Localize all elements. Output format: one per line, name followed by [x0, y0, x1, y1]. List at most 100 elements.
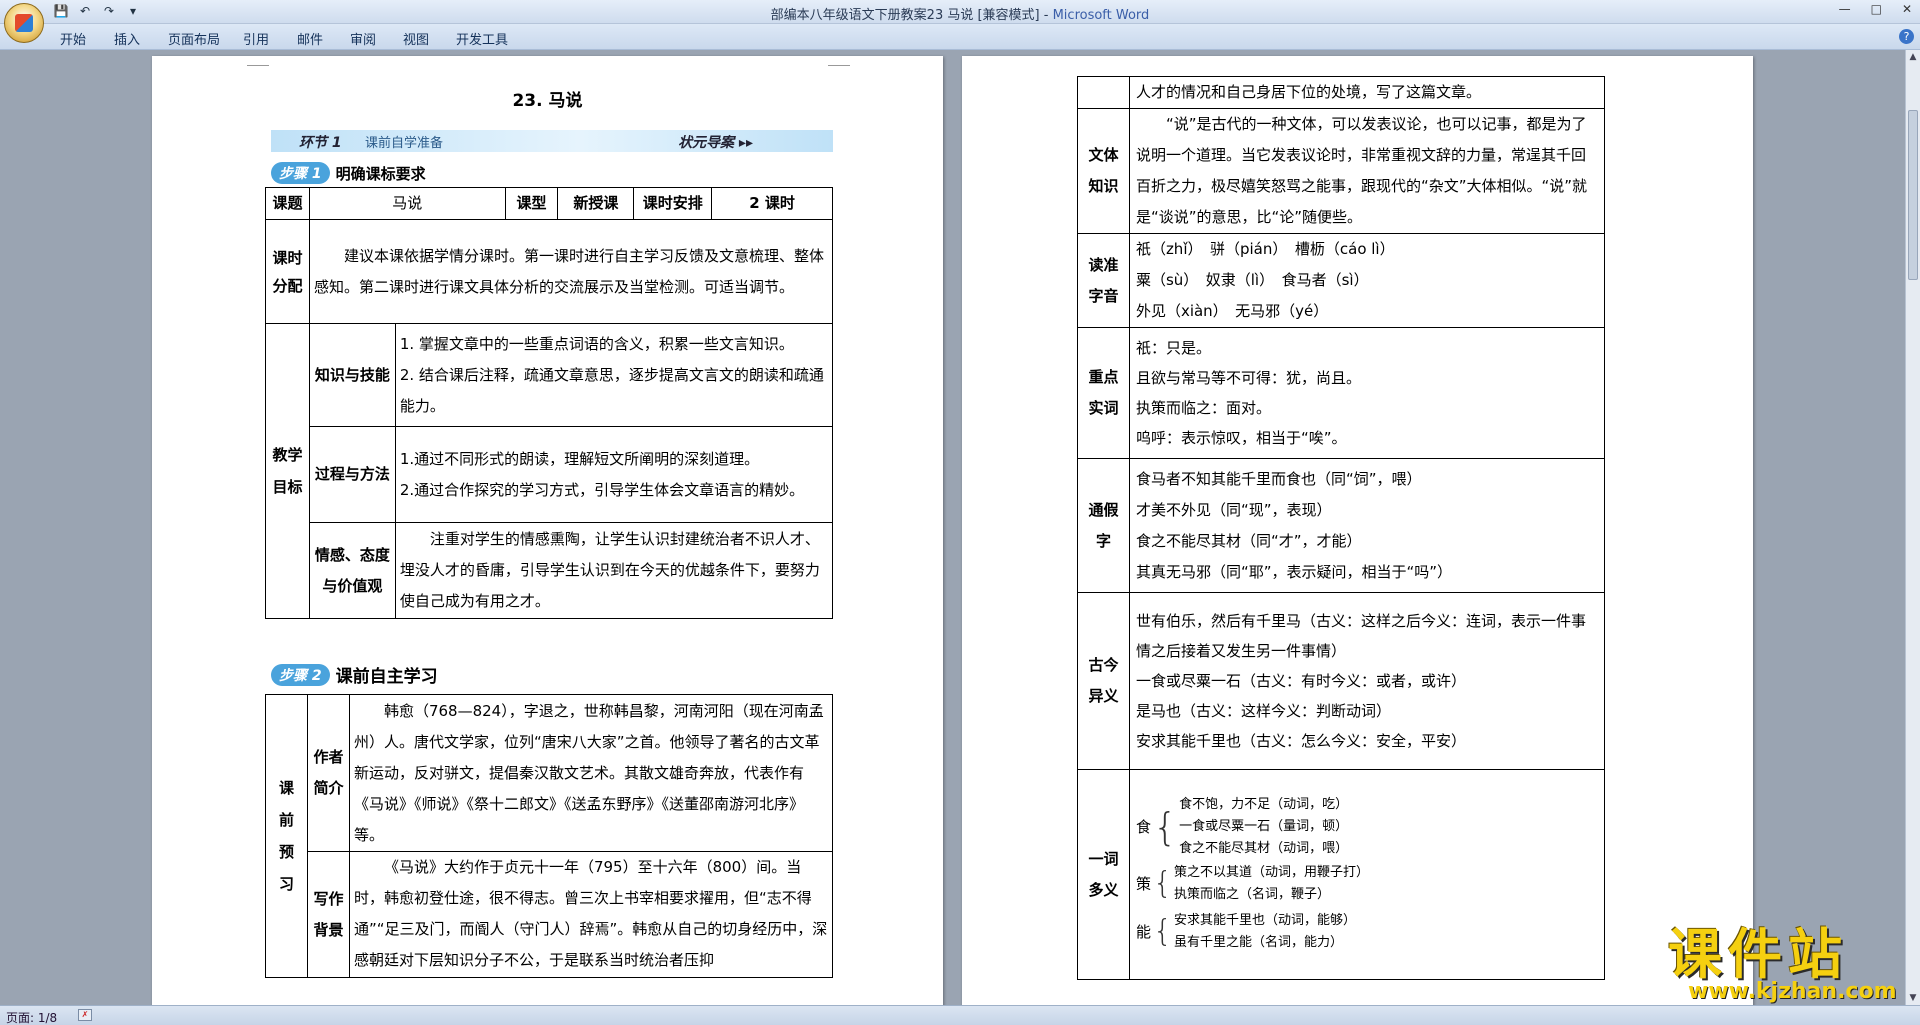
duoyi-cell: 食 { 食不饱，力不足（动词，吃） 一食或尽粟一石（量词，顿） 食之不能尽其材（… [1128, 769, 1606, 980]
table-row: 人才的情况和自己身居下位的处境，写了这篇文章。 [1077, 76, 1606, 109]
gloss-group: 能 { 安求其能千里也（动词，能够） 虽有千里之能（名词，能力） [1136, 908, 1598, 956]
maximize-icon[interactable]: □ [1871, 2, 1882, 16]
crop-mark [247, 56, 269, 66]
brace-icon: { [1152, 865, 1173, 901]
table-row: 通假字 食马者不知其能千里而食也（同“饲”，喂） 才美不外见（同“现”，表现） … [1077, 458, 1606, 593]
app-name: Microsoft Word [1052, 8, 1150, 23]
table-row: 课题 马说 课型 新授课 课时安排 2 课时 [265, 187, 833, 220]
band-label: 课前自学准备 [365, 136, 444, 151]
table-row: 情感、态度与价值观 注重对学生的情感熏陶，让学生认识封建统治者不识人才、埋没人才… [266, 522, 834, 619]
pronunciation-line: 粟（sù） 奴隶（lì） 食马者（sì） [1135, 271, 1369, 289]
table-row: 课前预习 作者简介 韩愈（768—824），字退之，世称韩昌黎，河南河阳（现在河… [265, 694, 834, 978]
scroll-down-icon[interactable]: ▼ [1906, 991, 1920, 1005]
author-head: 作者简介 [306, 694, 350, 852]
band-guide-text: 导案 [706, 135, 735, 151]
step-2-pill: 步骤 2 [271, 663, 330, 686]
gujin-line: 一食或尽粟一石（古义：有时今义：或者，或许） [1135, 672, 1466, 690]
tongjia-cell: 食马者不知其能千里而食也（同“饲”，喂） 才美不外见（同“现”，表现） 食之不能… [1128, 458, 1606, 593]
band-brand: 状元 [678, 135, 707, 151]
scroll-up-icon[interactable]: ▲ [1906, 50, 1920, 64]
table-cell: 课题 [265, 187, 310, 220]
page-right: 人才的情况和自己身居下位的处境，写了这篇文章。 文体知识 “说”是古代的一种文体… [962, 56, 1753, 1005]
table-cell: 人才的情况和自己身居下位的处境，写了这篇文章。 [1128, 76, 1606, 109]
proofing-icon[interactable]: ✗ [78, 1009, 92, 1021]
goal-head: 情感、态度与价值观 [308, 522, 396, 619]
gujin-line: 世有伯乐，然后有千里马（古义：这样之后今义：连词，表示一件事情之后接着又发生另一… [1135, 612, 1586, 660]
help-icon[interactable]: ? [1899, 29, 1914, 44]
table-row-head: 教学目标 [265, 323, 310, 619]
tongjia-line: 食之不能尽其材（同“才”，才能） [1135, 531, 1362, 550]
gloss-line: 虽有千里之能（名词，能力） [1174, 934, 1344, 950]
brace-icon: { [1152, 913, 1173, 949]
step-1-text: 明确课标要求 [335, 164, 426, 183]
goal-cell: 1. 掌握文章中的一些重点词语的含义，积累一些文言知识。 2. 结合课后注释，疏… [394, 323, 834, 427]
office-logo-icon [15, 14, 33, 32]
gloss-group: 食 { 食不饱，力不足（动词，吃） 一食或尽粟一石（量词，顿） 食之不能尽其材（… [1136, 794, 1598, 860]
vocab-line: 且欲与常马等不可得：犹，尚且。 [1135, 369, 1361, 387]
gloss-word: 策 [1135, 874, 1151, 893]
gujin-line: 是马也（古义：这样今义：判断动词） [1135, 702, 1391, 720]
goal-head: 过程与方法 [308, 426, 396, 523]
minimize-icon[interactable]: — [1839, 2, 1851, 16]
band-section: 环节 1 [299, 132, 342, 152]
table-row-head: 读准字音 [1077, 233, 1130, 328]
table-cell: 新授课 [557, 187, 635, 220]
tab-references[interactable]: 引用 [243, 29, 269, 48]
tab-page-layout[interactable]: 页面布局 [168, 29, 220, 48]
tab-review[interactable]: 审阅 [350, 29, 376, 48]
gloss-lines: 策之不以其道（动词，用鞭子打） 执策而临之（名词，鞭子） [1174, 862, 1369, 906]
table-row-head: 通假字 [1077, 458, 1130, 593]
gloss-lines: 食不饱，力不足（动词，吃） 一食或尽粟一石（量词，顿） 食之不能尽其材（动词，喂… [1179, 794, 1348, 860]
vertical-scrollbar[interactable]: ▲ ▼ [1905, 50, 1920, 1005]
office-button[interactable] [4, 3, 44, 43]
tab-developer[interactable]: 开发工具 [456, 29, 508, 48]
table-cell: 2 课时 [711, 187, 833, 220]
gloss-line: 执策而临之（名词，鞭子） [1174, 886, 1331, 902]
gloss-line: 食不饱，力不足（动词，吃） [1179, 796, 1349, 812]
close-icon[interactable]: ✕ [1902, 2, 1912, 16]
goal-cell: 注重对学生的情感熏陶，让学生认识封建统治者不识人才、埋没人才的昏庸，引导学生认识… [394, 522, 834, 619]
goal-line: 2.通过合作探究的学习方式，引导学生体会文章语言的精妙。 [399, 480, 805, 499]
table-row: 读准字音 祇（zhǐ） 骈（pián） 槽枥（cáo lì） 粟（sù） 奴隶（… [1077, 233, 1606, 328]
band-section-label: 环节 [299, 135, 327, 151]
pronunciation-cell: 祇（zhǐ） 骈（pián） 槽枥（cáo lì） 粟（sù） 奴隶（lì） 食… [1128, 233, 1606, 328]
background-text: 《马说》大约作于贞元十一年（795）至十六年（800）间。当时，韩愈初登仕途，很… [348, 851, 834, 978]
table-row: 文体知识 “说”是古代的一种文体，可以发表议论，也可以记事，都是为了说明一个道理… [1077, 108, 1606, 234]
scroll-thumb[interactable] [1908, 110, 1918, 280]
tongjia-line: 才美不外见（同“现”，表现） [1135, 500, 1332, 519]
tab-view[interactable]: 视图 [403, 29, 429, 48]
page-left: 23. 马说 环节 1 课前自学准备 状元导案 ▸▸ 步骤 1 明确课标要求 课… [152, 56, 943, 1005]
document-area: 23. 马说 环节 1 课前自学准备 状元导案 ▸▸ 步骤 1 明确课标要求 课… [0, 50, 1905, 1005]
tab-mailings[interactable]: 邮件 [297, 29, 323, 48]
table-row: 课时分配 建议本课依据学情分课时。第一课时进行自主学习反馈及文意梳理、整体感知。… [265, 219, 834, 324]
table-cell: 课型 [504, 187, 559, 220]
band-section-num: 1 [331, 135, 342, 151]
author-text: 韩愈（768—824），字退之，世称韩昌黎，河南河阳（现在河南孟州）人。唐代文学… [348, 694, 834, 852]
table-cell: 课时安排 [633, 187, 713, 220]
status-bar: 页面: 1/8 ✗ [0, 1005, 1920, 1025]
title-separator: - [1039, 8, 1053, 23]
tab-insert[interactable]: 插入 [114, 29, 140, 48]
table-cell: 建议本课依据学情分课时。第一课时进行自主学习反馈及文意梳理、整体感知。第二课时进… [308, 219, 834, 324]
step-1-num: 1 [311, 166, 322, 182]
gloss-group: 策 { 策之不以其道（动词，用鞭子打） 执策而临之（名词，鞭子） [1136, 860, 1598, 908]
gloss-line: 安求其能千里也（动词，能够） [1174, 912, 1357, 928]
vocab-line: 祇：只是。 [1135, 339, 1211, 357]
gloss-line: 策之不以其道（动词，用鞭子打） [1174, 864, 1370, 880]
step-1-pill: 步骤 1 [271, 162, 330, 184]
section-band: 环节 1 课前自学准备 状元导案 ▸▸ [271, 130, 833, 152]
vocab-line: 呜呼：表示惊叹，相当于“唉”。 [1135, 429, 1347, 447]
gloss-word: 能 [1135, 922, 1151, 941]
table-row: 重点实词 祇：只是。 且欲与常马等不可得：犹，尚且。 执策而临之：面对。 呜呼：… [1077, 327, 1606, 459]
gloss-word: 食 [1135, 817, 1151, 836]
pronunciation-line: 外见（xiàn） 无马邪（yé） [1135, 302, 1329, 320]
step-2-label: 步骤 [279, 667, 307, 684]
table-cell [1077, 76, 1130, 109]
page-indicator[interactable]: 页面: 1/8 [6, 1009, 57, 1025]
knowledge-table: 人才的情况和自己身居下位的处境，写了这篇文章。 文体知识 “说”是古代的一种文体… [1077, 76, 1606, 980]
window-controls: — □ ✕ [1839, 2, 1912, 16]
vocab-line: 执策而临之：面对。 [1135, 399, 1271, 417]
tab-home[interactable]: 开始 [60, 29, 86, 48]
window-title: 部编本八年级语文下册教案23 马说 [兼容模式] - Microsoft Wor… [0, 4, 1920, 23]
table-row-head: 重点实词 [1077, 327, 1130, 459]
